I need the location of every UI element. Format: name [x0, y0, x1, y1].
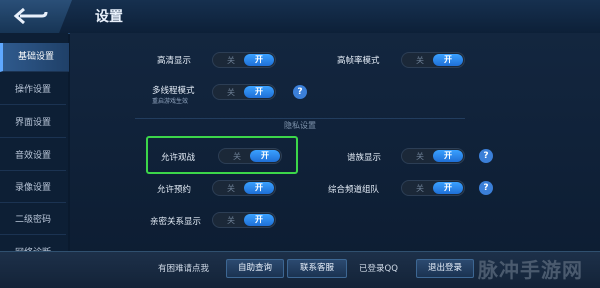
watermark-text: 脉冲手游网 [478, 258, 583, 282]
sidebar-item-replay[interactable]: 录像设置 [0, 174, 66, 203]
allow-spectate-label: 允许观战 [161, 153, 196, 163]
intimate-relation-label: 亲密关系显示 [150, 217, 202, 227]
toggle-on-label: 开 [250, 150, 280, 162]
toggle-on-label: 开 [433, 54, 463, 66]
toggle-on-label: 开 [433, 150, 463, 162]
hd-display-toggle[interactable]: 关 开 [212, 52, 276, 68]
toggle-off-label: 关 [416, 56, 424, 65]
multithread-label: 多线程模式 [152, 86, 195, 96]
rank-display-label: 谱族显示 [347, 153, 382, 163]
toggle-on-label: 开 [244, 214, 274, 226]
back-arrow-icon [13, 7, 48, 25]
hd-display-label: 高清显示 [157, 56, 192, 66]
toggle-off-label: 关 [227, 184, 235, 193]
page-title: 设置 [95, 9, 123, 25]
toggle-off-label: 关 [227, 56, 235, 65]
toggle-off-label: 关 [233, 152, 241, 161]
help-icon[interactable]: ? [479, 149, 493, 163]
high-fps-toggle[interactable]: 关 开 [401, 52, 465, 68]
high-fps-label: 高帧率模式 [337, 56, 380, 66]
toggle-on-label: 开 [244, 182, 274, 194]
top-bar: 设置 [0, 0, 600, 34]
help-icon[interactable]: ? [293, 85, 307, 99]
toggle-on-label: 开 [244, 86, 274, 98]
intimate-relation-toggle[interactable]: 关 开 [212, 212, 276, 228]
toggle-off-label: 关 [227, 216, 235, 225]
qq-login-status: 已登录QQ [359, 264, 398, 274]
sidebar-item-secondary-password[interactable]: 二级密码 [0, 206, 66, 235]
toggle-off-label: 关 [416, 152, 424, 161]
sidebar-item-controls[interactable]: 操作设置 [0, 76, 66, 105]
multithread-sublabel: 重启游戏生效 [152, 98, 189, 105]
help-prompt-text[interactable]: 有困难请点我 [158, 262, 209, 274]
multithread-toggle[interactable]: 关 开 [212, 84, 276, 100]
sidebar-item-interface[interactable]: 界面设置 [0, 109, 66, 138]
logout-button[interactable]: 退出登录 [416, 259, 474, 278]
sidebar-item-basic[interactable]: 基础设置 [0, 43, 69, 72]
back-button[interactable] [0, 0, 72, 33]
rank-display-toggle[interactable]: 关 开 [401, 148, 465, 164]
help-icon[interactable]: ? [479, 181, 493, 195]
toggle-on-label: 开 [433, 182, 463, 194]
toggle-on-label: 开 [244, 54, 274, 66]
toggle-off-label: 关 [416, 184, 424, 193]
sidebar-item-sound[interactable]: 音效设置 [0, 142, 66, 171]
self-help-button[interactable]: 自助查询 [226, 259, 284, 278]
privacy-section-header: 隐私设置 [135, 118, 465, 133]
toggle-off-label: 关 [227, 88, 235, 97]
allow-reservation-toggle[interactable]: 关 开 [212, 180, 276, 196]
sidebar: 基础设置 操作设置 界面设置 音效设置 录像设置 二级密码 网络诊断 [0, 33, 69, 287]
allow-spectate-toggle[interactable]: 关 开 [218, 148, 282, 164]
channel-team-toggle[interactable]: 关 开 [401, 180, 465, 196]
contact-support-button[interactable]: 联系客服 [287, 259, 347, 278]
channel-team-label: 综合频道组队 [328, 185, 380, 195]
allow-reservation-label: 允许预约 [157, 185, 192, 195]
